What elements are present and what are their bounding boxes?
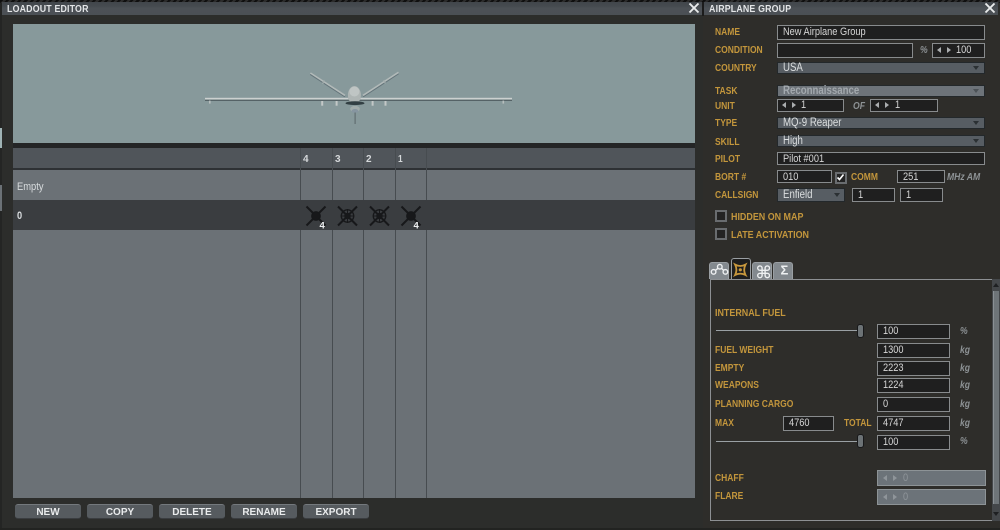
svg-text:4: 4	[320, 221, 326, 232]
svg-text:4: 4	[414, 221, 420, 232]
svg-text:Σ: Σ	[781, 263, 789, 278]
